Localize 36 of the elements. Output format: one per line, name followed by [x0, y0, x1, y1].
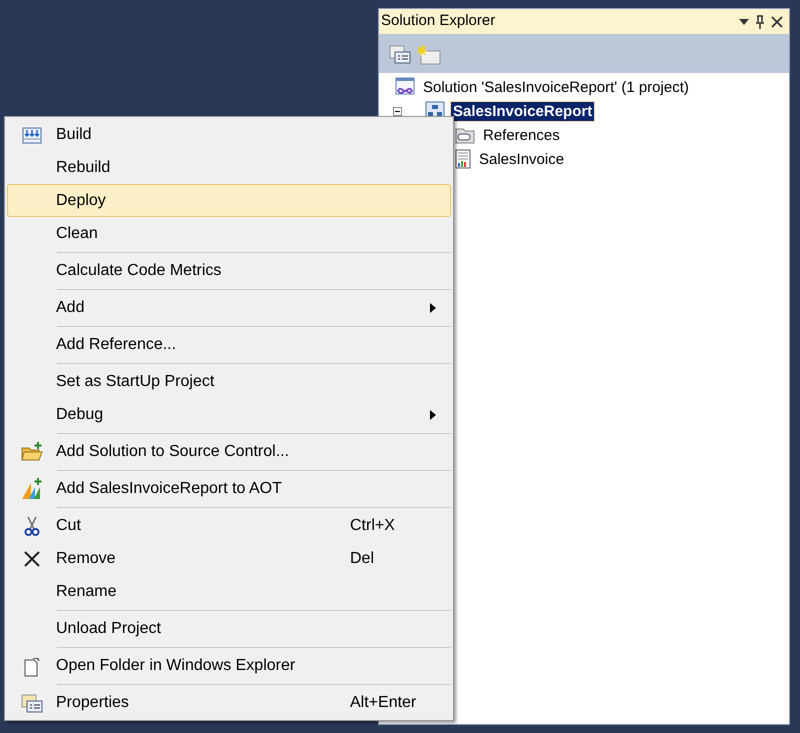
close-icon[interactable]: [771, 16, 783, 28]
report-icon: [455, 149, 471, 169]
menu-item[interactable]: Add: [7, 291, 451, 324]
build-icon: [22, 124, 42, 144]
menu-item[interactable]: Properties Alt+Enter: [7, 686, 451, 719]
properties-icon: [21, 692, 43, 712]
references-icon: [455, 126, 475, 144]
menu-item[interactable]: Debug: [7, 398, 451, 431]
collapse-toggle[interactable]: [393, 106, 402, 116]
tree-item[interactable]: SalesInvoiceReport: [451, 102, 594, 120]
menu-item[interactable]: Add Reference...: [7, 328, 451, 361]
pin-icon[interactable]: [755, 14, 765, 28]
tree-item[interactable]: SalesInvoice: [477, 150, 566, 168]
tree-item[interactable]: References: [481, 126, 562, 144]
properties-icon[interactable]: [389, 44, 411, 64]
menu-item[interactable]: Clean: [7, 217, 451, 250]
menu-item[interactable]: Calculate Code Metrics: [7, 254, 451, 287]
menu-item[interactable]: Add Solution to Source Control...: [7, 435, 451, 468]
dropdown-icon[interactable]: [739, 18, 749, 24]
menu-item[interactable]: Deploy: [7, 184, 451, 217]
menu-item[interactable]: Rename: [7, 575, 451, 608]
scissors-icon: [24, 516, 40, 536]
menu-item[interactable]: Unload Project: [7, 612, 451, 645]
tree-item[interactable]: Solution 'SalesInvoiceReport' (1 project): [421, 78, 691, 96]
menu-item[interactable]: Set as StartUp Project: [7, 365, 451, 398]
menu-item[interactable]: Cut Ctrl+X: [7, 509, 451, 542]
folder-plus-icon: [21, 442, 43, 462]
chart-plus-icon: [21, 478, 43, 500]
menu-item[interactable]: Build: [7, 118, 451, 151]
solution-icon: [395, 77, 415, 97]
close-icon: [23, 550, 41, 568]
panel-title: Solution Explorer: [381, 11, 496, 32]
menu-item[interactable]: Open Folder in Windows Explorer: [7, 649, 451, 682]
menu-item[interactable]: Add SalesInvoiceReport to AOT: [7, 472, 451, 505]
menu-item[interactable]: Remove Del: [7, 542, 451, 575]
menu-item[interactable]: Rebuild: [7, 151, 451, 184]
